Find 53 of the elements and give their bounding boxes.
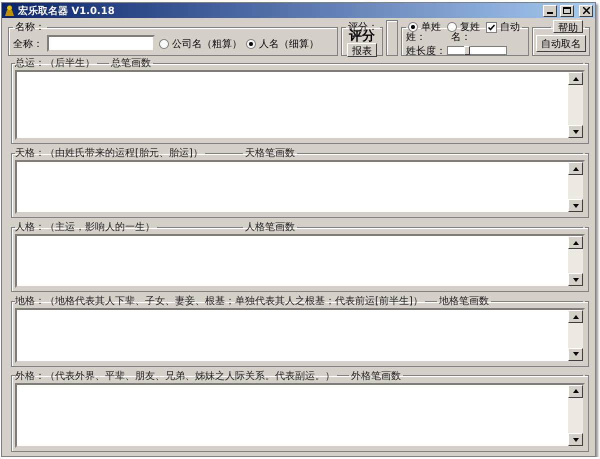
report-button[interactable]: 报表	[347, 43, 377, 57]
section-label: 人格：（主运，影响人的一生）	[15, 220, 155, 234]
down-arrow-icon	[572, 352, 578, 356]
text-area[interactable]	[15, 308, 585, 363]
scrollbar[interactable]	[568, 384, 583, 446]
scrollbar[interactable]	[568, 162, 583, 212]
scrollbar[interactable]	[568, 310, 583, 361]
count-label: 天格笔画数	[245, 146, 295, 160]
field-label: 姓长度：	[406, 44, 446, 58]
up-arrow-icon	[572, 389, 578, 394]
auto-name-button[interactable]: 自动取名	[536, 35, 586, 52]
empty-group	[386, 20, 398, 56]
count-label: 人格笔画数	[245, 220, 295, 234]
up-arrow-icon	[572, 314, 578, 319]
count-label: 地格笔画数	[438, 294, 489, 308]
check-icon	[488, 24, 495, 30]
up-arrow-icon	[572, 166, 578, 171]
help-button[interactable]: 帮助	[553, 20, 583, 33]
text-area[interactable]	[15, 234, 585, 288]
text-area[interactable]	[15, 382, 585, 448]
slider-thumb[interactable]	[464, 46, 470, 55]
down-arrow-icon	[572, 130, 578, 134]
field-label: 全称：	[13, 38, 43, 50]
count-label: 外格笔画数	[351, 370, 401, 383]
maximize-icon	[563, 7, 571, 14]
radio-option[interactable]: 公司名（粗算）	[159, 36, 242, 50]
count-label: 总笔画数	[111, 56, 151, 70]
field-label: 名：	[451, 32, 471, 44]
down-arrow-icon	[572, 438, 578, 442]
up-arrow-icon	[572, 76, 578, 80]
section-label: 天格：（由姓氏带来的运程[胎元、胎运]）	[15, 146, 203, 160]
down-arrow-icon	[572, 278, 578, 282]
field-label: 姓：	[406, 32, 426, 44]
auto-checkbox[interactable]: 自动	[486, 20, 520, 34]
window-title: 宏乐取名器 V1.0.18	[18, 4, 115, 18]
name-input[interactable]	[47, 35, 155, 52]
app-icon	[4, 5, 15, 16]
down-arrow-icon	[572, 204, 578, 208]
close-button[interactable]	[579, 4, 593, 16]
close-icon	[582, 7, 590, 14]
text-area[interactable]	[15, 160, 585, 214]
group-label: 名称：	[14, 21, 46, 34]
length-slider[interactable]	[447, 46, 507, 55]
text-area[interactable]	[15, 70, 585, 140]
section-label: 外格：（代表外界、平辈、朋友、兄弟、姊妹之人际关系。代表副运。）	[15, 370, 335, 383]
section-label: 地格：（地格代表其人下辈、子女、妻妾、根基；单独代表其人之根基；代表前运[前半生]）	[15, 294, 423, 308]
up-arrow-icon	[572, 240, 578, 245]
scrollbar[interactable]	[568, 72, 583, 138]
minimize-button[interactable]	[543, 4, 557, 16]
scrollbar[interactable]	[568, 236, 583, 286]
maximize-button[interactable]	[560, 4, 574, 16]
radio-option[interactable]: 人名（细算）	[246, 36, 319, 50]
section-label: 总运：（后半生）	[15, 56, 95, 70]
